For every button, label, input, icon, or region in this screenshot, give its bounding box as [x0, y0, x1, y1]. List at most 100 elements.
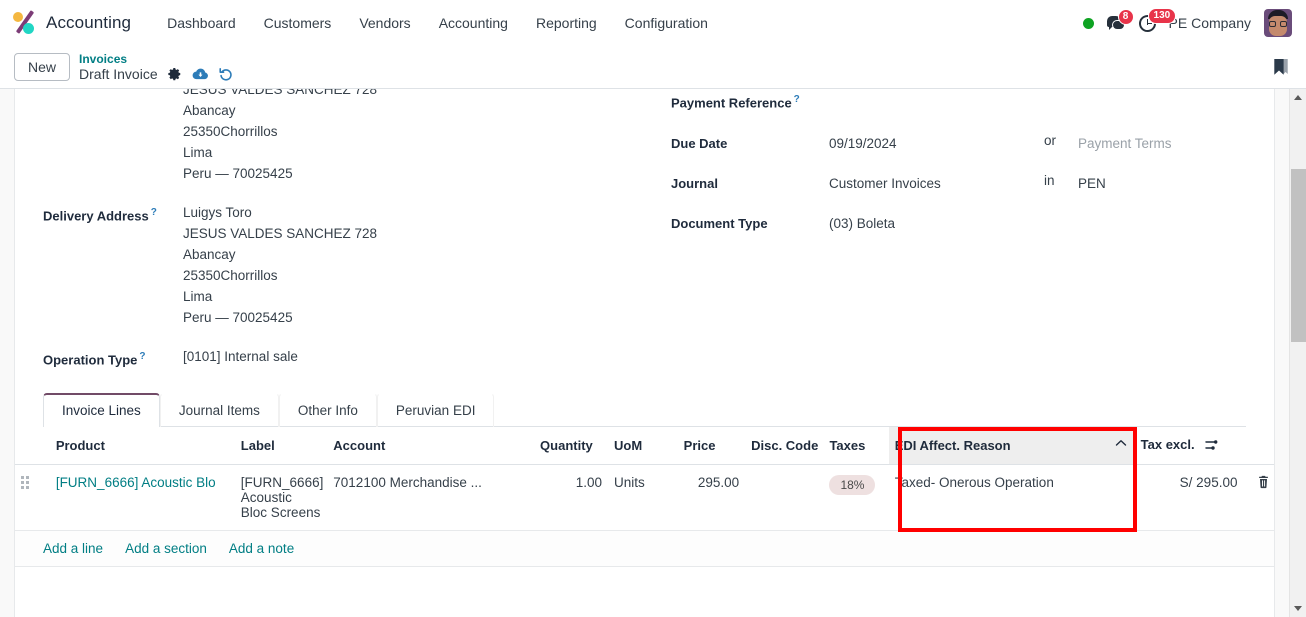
- address-line: Peru — 70025425: [183, 166, 293, 181]
- field-value-partner-address[interactable]: JESUS VALDES SANCHEZ 728 Abancay 25350Ch…: [183, 89, 377, 184]
- user-avatar[interactable]: [1264, 9, 1292, 37]
- tab-invoice-lines[interactable]: Invoice Lines: [43, 393, 160, 428]
- gear-icon[interactable]: [167, 67, 182, 81]
- bookmark-icon[interactable]: [1272, 57, 1290, 77]
- th-actions: [1243, 427, 1274, 466]
- scrollbar-thumb[interactable]: [1291, 169, 1306, 342]
- tab-peruvian-edi[interactable]: Peruvian EDI: [376, 393, 495, 428]
- th-product[interactable]: Product: [49, 427, 235, 466]
- th-disc-code[interactable]: Disc. Code: [745, 427, 824, 466]
- column-options-sliders-icon[interactable]: [1205, 439, 1219, 454]
- messages-count-badge: 8: [1117, 8, 1134, 25]
- menu-item-dashboard[interactable]: Dashboard: [153, 9, 250, 37]
- th-uom[interactable]: UoM: [608, 427, 678, 466]
- address-line: JESUS VALDES SANCHEZ 728: [183, 226, 378, 241]
- field-label-payment-reference: Payment Reference?: [671, 89, 829, 113]
- tax-badge[interactable]: 18%: [829, 475, 876, 496]
- th-edi-affect-reason[interactable]: EDI Affect. Reason: [888, 427, 1135, 466]
- app-name[interactable]: Accounting: [46, 13, 131, 33]
- cell-delete[interactable]: [1243, 464, 1274, 532]
- th-account[interactable]: Account: [327, 427, 535, 466]
- cell-product[interactable]: [FURN_6666] Acoustic Blo: [49, 464, 235, 532]
- field-row-journal: Journal Customer Invoices in PEN: [671, 169, 1246, 194]
- address-line: Peru — 70025425: [183, 310, 293, 325]
- cell-account[interactable]: 7012100 Merchandise ...: [327, 464, 535, 532]
- cell-edi-affect-reason[interactable]: Taxed- Onerous Operation: [888, 464, 1135, 532]
- field-row-payment-reference: Payment Reference?: [671, 89, 1246, 113]
- label-text: Delivery Address: [43, 208, 149, 224]
- add-row: Add a line Add a section Add a note: [15, 530, 1274, 568]
- cell-label[interactable]: [FURN_6666] Acoustic Bloc Screens: [234, 464, 328, 532]
- th-price[interactable]: Price: [677, 427, 746, 466]
- field-value-document-type[interactable]: (03) Boleta: [829, 209, 1044, 234]
- notebook-tabs: Invoice Lines Journal Items Other Info P…: [43, 392, 1246, 428]
- th-quantity[interactable]: Quantity: [534, 427, 609, 466]
- breadcrumb-parent-invoices[interactable]: Invoices: [79, 52, 234, 66]
- th-label[interactable]: Label: [234, 427, 328, 466]
- address-line: Lima: [183, 289, 213, 304]
- notebook: Invoice Lines Journal Items Other Info P…: [15, 392, 1274, 568]
- field-row-due-date: Due Date 09/19/2024 or Payment Terms: [671, 129, 1246, 154]
- cell-quantity[interactable]: 1.00: [534, 464, 609, 532]
- add-a-line-link[interactable]: Add a line: [43, 541, 103, 556]
- label-text: Due Date: [671, 136, 728, 152]
- menu-item-configuration[interactable]: Configuration: [611, 9, 722, 37]
- field-row-operation-type: Operation Type? [0101] Internal sale: [43, 342, 648, 370]
- company-switcher[interactable]: PE Company: [1169, 15, 1251, 31]
- discard-undo-icon[interactable]: [219, 67, 234, 82]
- product-link[interactable]: [FURN_6666] Acoustic Blo: [56, 475, 216, 490]
- help-icon[interactable]: ?: [794, 94, 800, 105]
- odoo-logo-icon[interactable]: [12, 10, 38, 36]
- cell-disc-code[interactable]: [745, 464, 824, 532]
- menu-item-reporting[interactable]: Reporting: [522, 9, 611, 37]
- invoice-header-fields: JESUS VALDES SANCHEZ 728 Abancay 25350Ch…: [43, 89, 1246, 370]
- scroll-down-arrow-icon[interactable]: [1290, 600, 1306, 617]
- drag-handle-icon[interactable]: [21, 475, 31, 489]
- field-label-operation-type: Operation Type?: [43, 342, 183, 370]
- cell-uom[interactable]: Units: [608, 464, 678, 532]
- scroll-up-arrow-icon[interactable]: [1290, 89, 1306, 106]
- field-label-delivery-address: Delivery Address?: [43, 198, 183, 226]
- table-row[interactable]: [FURN_6666] Acoustic Blo [FURN_6666] Aco…: [15, 464, 1274, 532]
- cell-price[interactable]: 295.00: [677, 464, 746, 532]
- add-a-section-link[interactable]: Add a section: [125, 541, 207, 556]
- menu-item-customers[interactable]: Customers: [250, 9, 346, 37]
- field-label-due-date: Due Date: [671, 129, 829, 154]
- navbar-right-tools: 8 130 PE Company: [1082, 7, 1296, 37]
- journal-conjunction: in: [1044, 173, 1055, 189]
- menu-item-accounting[interactable]: Accounting: [425, 9, 522, 37]
- help-icon[interactable]: ?: [151, 207, 157, 218]
- save-cloud-upload-icon[interactable]: [192, 67, 209, 81]
- tab-journal-items[interactable]: Journal Items: [159, 393, 279, 428]
- control-panel: New Invoices Draft Invoice: [0, 46, 1306, 89]
- label-text: Document Type: [671, 216, 768, 232]
- field-value-due-date[interactable]: 09/19/2024: [829, 129, 1044, 154]
- main-menu: Dashboard Customers Vendors Accounting R…: [153, 9, 722, 37]
- field-value-journal[interactable]: Customer Invoices: [829, 169, 1044, 194]
- messages-button[interactable]: 8: [1106, 8, 1134, 31]
- row-drag-handle[interactable]: [15, 464, 50, 532]
- form-sheet: JESUS VALDES SANCHEZ 728 Abancay 25350Ch…: [14, 89, 1275, 617]
- add-a-note-link[interactable]: Add a note: [229, 541, 294, 556]
- menu-item-vendors[interactable]: Vendors: [345, 9, 424, 37]
- table-header-row: Product Label Account Quantity UoM Price…: [15, 427, 1274, 466]
- help-icon[interactable]: ?: [139, 351, 145, 362]
- new-button[interactable]: New: [14, 53, 71, 81]
- field-value-payment-terms[interactable]: Payment Terms: [1078, 129, 1172, 154]
- sort-ascending-icon: [1115, 438, 1127, 450]
- address-line: Abancay: [183, 247, 236, 262]
- field-row-partner-address: JESUS VALDES SANCHEZ 728 Abancay 25350Ch…: [43, 89, 648, 184]
- field-value-operation-type[interactable]: [0101] Internal sale: [183, 342, 298, 367]
- th-tax-excl-label: Tax excl.: [1140, 437, 1195, 453]
- th-taxes[interactable]: Taxes: [823, 427, 889, 466]
- th-tax-excl[interactable]: Tax excl.: [1134, 427, 1244, 466]
- address-line: 25350Chorrillos: [183, 268, 278, 283]
- field-value-delivery-address[interactable]: Luigys Toro JESUS VALDES SANCHEZ 728 Aba…: [183, 198, 377, 328]
- activities-button[interactable]: 130: [1138, 7, 1177, 32]
- field-value-currency[interactable]: PEN: [1078, 169, 1106, 194]
- cell-taxes[interactable]: 18%: [823, 464, 889, 532]
- breadcrumb: Invoices Draft Invoice: [79, 52, 234, 83]
- tab-other-info[interactable]: Other Info: [278, 393, 377, 428]
- vertical-scrollbar[interactable]: [1289, 89, 1306, 617]
- trash-icon[interactable]: [1257, 476, 1270, 492]
